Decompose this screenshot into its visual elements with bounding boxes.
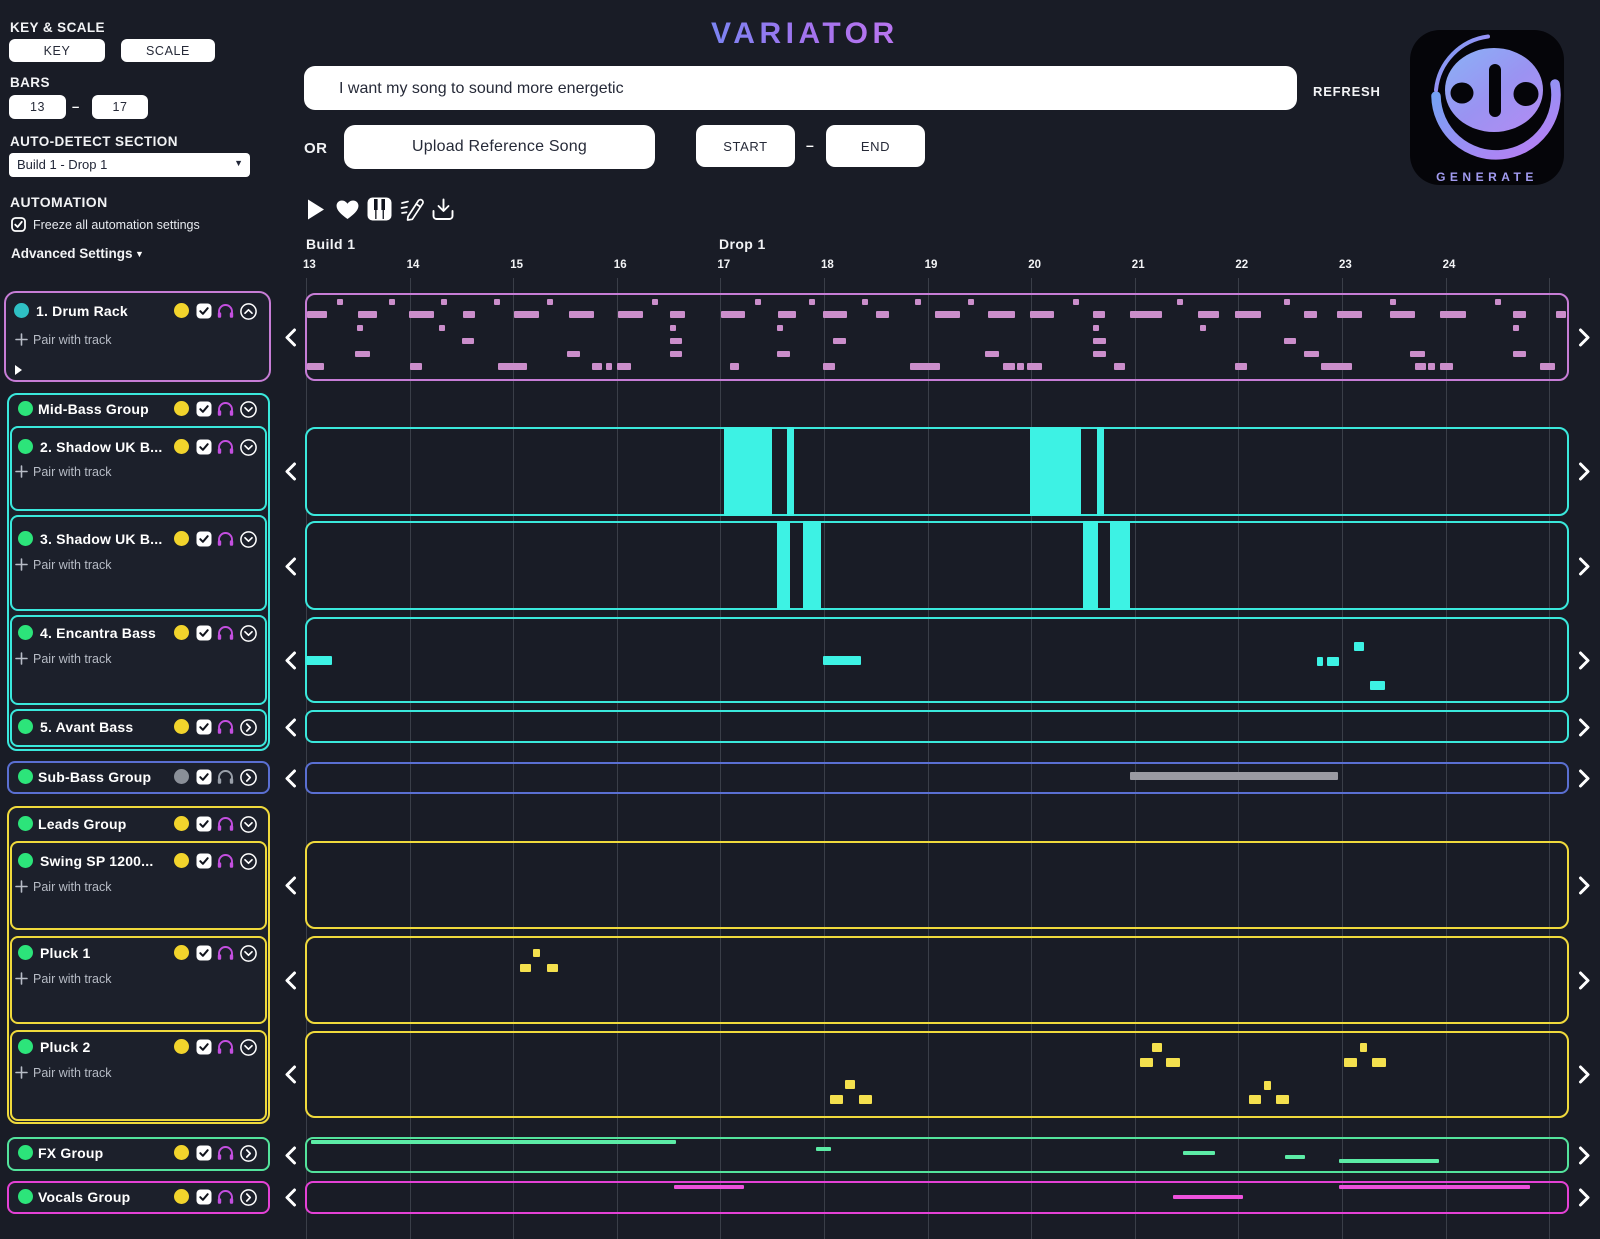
svg-text:GENERATE: GENERATE	[1436, 170, 1538, 184]
